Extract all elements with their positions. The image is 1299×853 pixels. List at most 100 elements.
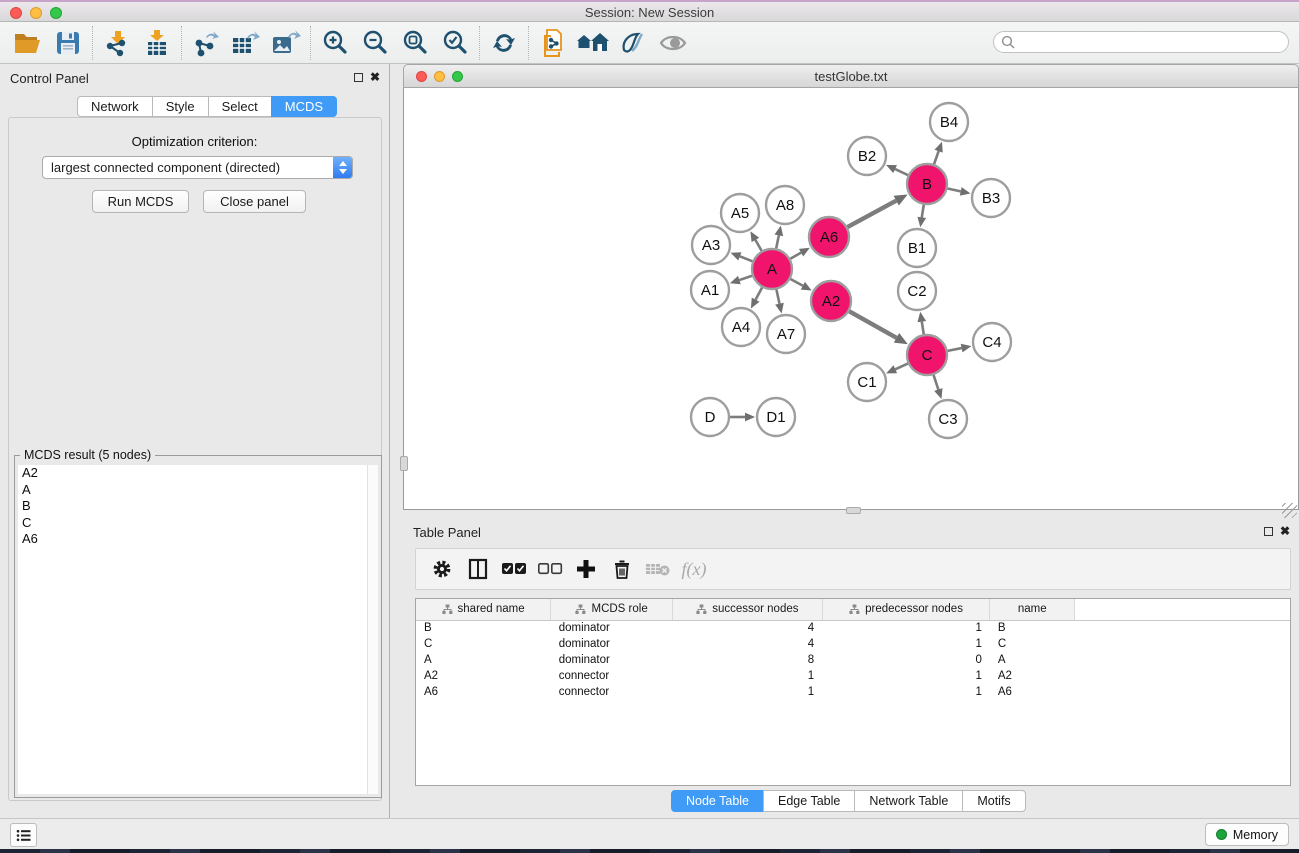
- graph-node-B4[interactable]: B4: [930, 103, 968, 141]
- delete-table-icon[interactable]: [642, 553, 674, 585]
- table-cell[interactable]: A: [990, 652, 1075, 668]
- graph-node-A8[interactable]: A8: [766, 186, 804, 224]
- table-row[interactable]: Bdominator41B: [416, 620, 1290, 636]
- network-vscrollbar-thumb[interactable]: [400, 456, 408, 471]
- zoom-in-icon[interactable]: [315, 25, 355, 61]
- zoom-fit-icon[interactable]: [395, 25, 435, 61]
- graph-node-C1[interactable]: C1: [848, 363, 886, 401]
- refresh-layout-icon[interactable]: [484, 25, 524, 61]
- graph-edge-A-A5[interactable]: [750, 231, 761, 251]
- table-row[interactable]: Cdominator41C: [416, 636, 1290, 652]
- graph-node-B1[interactable]: B1: [898, 229, 936, 267]
- graph-node-A2[interactable]: A2: [811, 281, 851, 321]
- table-cell[interactable]: 1: [822, 684, 990, 700]
- mcds-result-item[interactable]: A: [18, 482, 367, 499]
- graph-node-C3[interactable]: C3: [929, 400, 967, 438]
- export-network-icon[interactable]: [186, 25, 226, 61]
- mcds-result-item[interactable]: C: [18, 515, 367, 532]
- table-cell[interactable]: 0: [822, 652, 990, 668]
- tab-edge-table[interactable]: Edge Table: [763, 790, 855, 812]
- mcds-list-scrollbar[interactable]: [367, 465, 378, 794]
- close-panel-button[interactable]: Close panel: [203, 190, 306, 213]
- graph-node-C[interactable]: C: [907, 335, 947, 375]
- deselect-all-checks-icon[interactable]: [534, 553, 566, 585]
- graph-edge-C-C4[interactable]: [948, 344, 972, 353]
- float-panel-icon[interactable]: [354, 73, 363, 82]
- table-cell[interactable]: C: [990, 636, 1075, 652]
- table-cell[interactable]: A2: [416, 668, 551, 684]
- table-cell[interactable]: 1: [822, 620, 990, 636]
- run-mcds-button[interactable]: Run MCDS: [92, 190, 189, 213]
- graph-edge-A-A2[interactable]: [790, 279, 811, 290]
- graph-node-C4[interactable]: C4: [973, 323, 1011, 361]
- table-cell[interactable]: 1: [822, 636, 990, 652]
- table-cell[interactable]: C: [416, 636, 551, 652]
- table-cell[interactable]: A6: [416, 684, 551, 700]
- table-row[interactable]: Adominator80A: [416, 652, 1290, 668]
- memory-button[interactable]: Memory: [1205, 823, 1289, 846]
- graph-edge-A-A1[interactable]: [730, 276, 752, 284]
- table-cell[interactable]: 4: [673, 636, 823, 652]
- save-session-icon[interactable]: [48, 25, 88, 61]
- graph-node-C2[interactable]: C2: [898, 272, 936, 310]
- graph-edge-B-B4[interactable]: [934, 142, 943, 164]
- tab-mcds[interactable]: MCDS: [271, 96, 337, 117]
- task-history-button[interactable]: [10, 823, 37, 847]
- graph-edge-A-A4[interactable]: [751, 288, 762, 309]
- column-header-predecessor-nodes[interactable]: predecessor nodes: [822, 599, 990, 620]
- zoom-out-icon[interactable]: [355, 25, 395, 61]
- graph-edge-A2-C[interactable]: [849, 311, 908, 344]
- table-cell[interactable]: connector: [551, 684, 673, 700]
- search-input[interactable]: [1020, 35, 1288, 49]
- table-row[interactable]: A2connector11A2: [416, 668, 1290, 684]
- table-row[interactable]: A6connector11A6: [416, 684, 1290, 700]
- search-box[interactable]: [993, 31, 1289, 53]
- table-cell[interactable]: 1: [822, 668, 990, 684]
- function-builder-icon[interactable]: f(x): [678, 553, 710, 585]
- network-canvas[interactable]: AA1A2A3A4A5A6A7A8BB1B2B3B4CC1C2C3C4DD1: [403, 88, 1299, 510]
- add-column-icon[interactable]: [570, 553, 602, 585]
- table-cell[interactable]: B: [990, 620, 1075, 636]
- tab-select[interactable]: Select: [208, 96, 272, 117]
- network-resize-grip[interactable]: [1282, 503, 1297, 518]
- graph-node-A1[interactable]: A1: [691, 271, 729, 309]
- column-header-MCDS-role[interactable]: MCDS role: [551, 599, 673, 620]
- tab-style[interactable]: Style: [152, 96, 209, 117]
- mcds-result-item[interactable]: A2: [18, 465, 367, 482]
- close-panel-icon[interactable]: ✖: [370, 70, 380, 84]
- column-header-successor-nodes[interactable]: successor nodes: [673, 599, 823, 620]
- table-cell[interactable]: B: [416, 620, 551, 636]
- graph-node-A6[interactable]: A6: [809, 217, 849, 257]
- network-window-titlebar[interactable]: testGlobe.txt: [403, 64, 1299, 88]
- graph-edge-B-B1[interactable]: [917, 205, 926, 228]
- eye-icon[interactable]: [653, 25, 693, 61]
- graph-edge-A6-B[interactable]: [847, 194, 907, 227]
- graph-node-A4[interactable]: A4: [722, 308, 760, 346]
- close-panel-icon[interactable]: ✖: [1280, 524, 1290, 538]
- graph-edge-B-B3[interactable]: [948, 187, 971, 196]
- graph-edge-C-C3[interactable]: [934, 375, 943, 399]
- table-cell[interactable]: A2: [990, 668, 1075, 684]
- graph-edge-D-D1[interactable]: [730, 413, 755, 422]
- graph-edge-C-C2[interactable]: [917, 312, 926, 335]
- graph-node-A5[interactable]: A5: [721, 194, 759, 232]
- graph-node-B2[interactable]: B2: [848, 137, 886, 175]
- graph-node-D1[interactable]: D1: [757, 398, 795, 436]
- settings-gear-icon[interactable]: [426, 553, 458, 585]
- column-header-name[interactable]: name: [990, 599, 1075, 620]
- graph-edge-C-C1[interactable]: [886, 364, 908, 374]
- tab-node-table[interactable]: Node Table: [671, 790, 764, 812]
- graph-edge-A-A8[interactable]: [775, 226, 784, 249]
- mcds-result-item[interactable]: B: [18, 498, 367, 515]
- tab-motifs[interactable]: Motifs: [962, 790, 1025, 812]
- graph-node-B3[interactable]: B3: [972, 179, 1010, 217]
- graphics-details-icon[interactable]: [613, 25, 653, 61]
- graph-node-A7[interactable]: A7: [767, 315, 805, 353]
- node-table[interactable]: shared nameMCDS rolesuccessor nodesprede…: [415, 598, 1291, 786]
- graph-edge-A-A7[interactable]: [775, 290, 784, 314]
- graph-node-D[interactable]: D: [691, 398, 729, 436]
- home-panels-icon[interactable]: [573, 25, 613, 61]
- network-hscrollbar-thumb[interactable]: [846, 507, 861, 514]
- table-cell[interactable]: 8: [673, 652, 823, 668]
- export-image-icon[interactable]: [266, 25, 306, 61]
